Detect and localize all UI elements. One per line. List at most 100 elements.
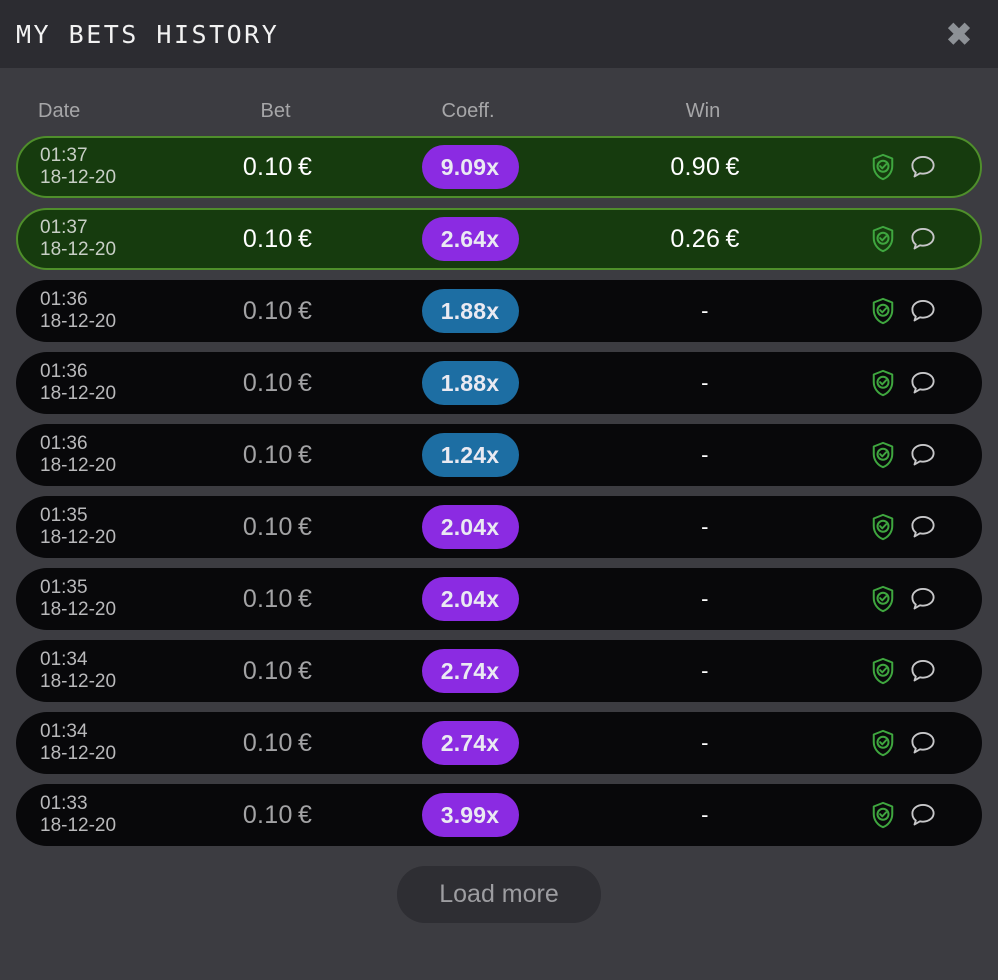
cell-date: 01:36 18-12-20 bbox=[18, 289, 200, 334]
cell-coefficient: 2.04x bbox=[355, 577, 585, 621]
table-row[interactable]: 01:36 18-12-20 0.10 € 1.24x - bbox=[16, 424, 982, 486]
shield-check-icon[interactable] bbox=[866, 150, 900, 184]
speech-bubble-icon[interactable] bbox=[906, 654, 940, 688]
shield-check-icon[interactable] bbox=[866, 438, 900, 472]
bet-time: 01:34 bbox=[40, 648, 88, 670]
shield-check-icon[interactable] bbox=[866, 294, 900, 328]
cell-date: 01:35 18-12-20 bbox=[18, 505, 200, 550]
table-row[interactable]: 01:36 18-12-20 0.10 € 1.88x - bbox=[16, 280, 982, 342]
column-header-bet: Bet bbox=[260, 99, 291, 122]
cell-coefficient: 2.64x bbox=[355, 217, 585, 261]
load-more-button[interactable]: Load more bbox=[397, 866, 601, 923]
cell-win-amount: - bbox=[701, 298, 709, 323]
table-row[interactable]: 01:34 18-12-20 0.10 € 2.74x - bbox=[16, 640, 982, 702]
cell-coefficient: 1.88x bbox=[355, 289, 585, 333]
cell-win-amount: - bbox=[701, 730, 709, 755]
coefficient-badge[interactable]: 2.04x bbox=[421, 577, 519, 621]
bet-date: 18-12-20 bbox=[40, 383, 117, 404]
coefficient-badge[interactable]: 1.88x bbox=[421, 361, 519, 405]
bet-date: 18-12-20 bbox=[40, 239, 117, 260]
shield-check-icon[interactable] bbox=[866, 366, 900, 400]
cell-coefficient: 9.09x bbox=[355, 145, 585, 189]
bet-time: 01:36 bbox=[40, 288, 88, 310]
cell-date: 01:37 18-12-20 bbox=[18, 145, 200, 190]
coefficient-badge[interactable]: 3.99x bbox=[421, 793, 519, 837]
bet-date: 18-12-20 bbox=[40, 455, 117, 476]
coefficient-badge[interactable]: 1.88x bbox=[421, 289, 519, 333]
cell-win-amount: - bbox=[701, 370, 709, 395]
load-more-container: Load more bbox=[0, 866, 998, 923]
cell-date: 01:37 18-12-20 bbox=[18, 217, 200, 262]
shield-check-icon[interactable] bbox=[866, 510, 900, 544]
cell-win-amount: - bbox=[701, 514, 709, 539]
cell-coefficient: 3.99x bbox=[355, 793, 585, 837]
table-row[interactable]: 01:35 18-12-20 0.10 € 2.04x - bbox=[16, 496, 982, 558]
cell-bet-amount: 0.10 € bbox=[242, 224, 313, 253]
coefficient-badge[interactable]: 2.74x bbox=[421, 721, 519, 765]
shield-check-icon[interactable] bbox=[866, 798, 900, 832]
speech-bubble-icon[interactable] bbox=[906, 366, 940, 400]
speech-bubble-icon[interactable] bbox=[906, 438, 940, 472]
speech-bubble-icon[interactable] bbox=[906, 294, 940, 328]
cell-actions bbox=[825, 150, 980, 184]
cell-coefficient: 2.74x bbox=[355, 721, 585, 765]
bet-time: 01:34 bbox=[40, 720, 88, 742]
bet-date: 18-12-20 bbox=[40, 311, 117, 332]
speech-bubble-icon[interactable] bbox=[906, 510, 940, 544]
cell-date: 01:33 18-12-20 bbox=[18, 793, 200, 838]
column-header-win: Win bbox=[685, 99, 721, 122]
table-row[interactable]: 01:34 18-12-20 0.10 € 2.74x - bbox=[16, 712, 982, 774]
coefficient-badge[interactable]: 1.24x bbox=[421, 433, 519, 477]
cell-coefficient: 1.24x bbox=[355, 433, 585, 477]
cell-coefficient: 2.74x bbox=[355, 649, 585, 693]
coefficient-badge[interactable]: 2.74x bbox=[421, 649, 519, 693]
cell-win-amount: - bbox=[701, 442, 709, 467]
coefficient-badge[interactable]: 2.04x bbox=[421, 505, 519, 549]
shield-check-icon[interactable] bbox=[866, 222, 900, 256]
table-row[interactable]: 01:33 18-12-20 0.10 € 3.99x - bbox=[16, 784, 982, 846]
coefficient-badge[interactable]: 2.64x bbox=[421, 217, 519, 261]
shield-check-icon[interactable] bbox=[866, 654, 900, 688]
cell-date: 01:34 18-12-20 bbox=[18, 649, 200, 694]
cell-bet-amount: 0.10 € bbox=[242, 440, 313, 469]
cell-actions bbox=[825, 798, 980, 832]
cell-bet-amount: 0.10 € bbox=[242, 152, 313, 181]
table-row[interactable]: 01:36 18-12-20 0.10 € 1.88x - bbox=[16, 352, 982, 414]
table-row[interactable]: 01:37 18-12-20 0.10 € 9.09x 0.90 € bbox=[16, 136, 982, 198]
cell-win-amount: - bbox=[701, 658, 709, 683]
bet-date: 18-12-20 bbox=[40, 743, 117, 764]
speech-bubble-icon[interactable] bbox=[906, 582, 940, 616]
bet-date: 18-12-20 bbox=[40, 599, 117, 620]
bet-time: 01:36 bbox=[40, 360, 88, 382]
cell-bet-amount: 0.10 € bbox=[242, 584, 313, 613]
cell-bet-amount: 0.10 € bbox=[242, 728, 313, 757]
shield-check-icon[interactable] bbox=[866, 726, 900, 760]
cell-actions bbox=[825, 582, 980, 616]
cell-date: 01:35 18-12-20 bbox=[18, 577, 200, 622]
cell-bet-amount: 0.10 € bbox=[242, 656, 313, 685]
coefficient-badge[interactable]: 9.09x bbox=[421, 145, 519, 189]
speech-bubble-icon[interactable] bbox=[906, 798, 940, 832]
cell-coefficient: 2.04x bbox=[355, 505, 585, 549]
cell-coefficient: 1.88x bbox=[355, 361, 585, 405]
table-row[interactable]: 01:37 18-12-20 0.10 € 2.64x 0.26 € bbox=[16, 208, 982, 270]
speech-bubble-icon[interactable] bbox=[906, 726, 940, 760]
speech-bubble-icon[interactable] bbox=[906, 150, 940, 184]
bet-date: 18-12-20 bbox=[40, 815, 117, 836]
bet-date: 18-12-20 bbox=[40, 527, 117, 548]
bet-date: 18-12-20 bbox=[40, 671, 117, 692]
shield-check-icon[interactable] bbox=[866, 582, 900, 616]
cell-bet-amount: 0.10 € bbox=[242, 296, 313, 325]
cell-win-amount: 0.90 € bbox=[670, 152, 740, 181]
close-icon[interactable]: ✖ bbox=[942, 17, 976, 52]
speech-bubble-icon[interactable] bbox=[906, 222, 940, 256]
cell-bet-amount: 0.10 € bbox=[242, 512, 313, 541]
cell-date: 01:36 18-12-20 bbox=[18, 361, 200, 406]
table-header-row: Date Bet Coeff. Win bbox=[0, 86, 998, 136]
cell-actions bbox=[825, 294, 980, 328]
cell-actions bbox=[825, 222, 980, 256]
cell-actions bbox=[825, 510, 980, 544]
table-row[interactable]: 01:35 18-12-20 0.10 € 2.04x - bbox=[16, 568, 982, 630]
cell-win-amount: - bbox=[701, 802, 709, 827]
bets-history-body: Date Bet Coeff. Win 01:37 18-12-20 0.10 € 9… bbox=[0, 86, 998, 923]
